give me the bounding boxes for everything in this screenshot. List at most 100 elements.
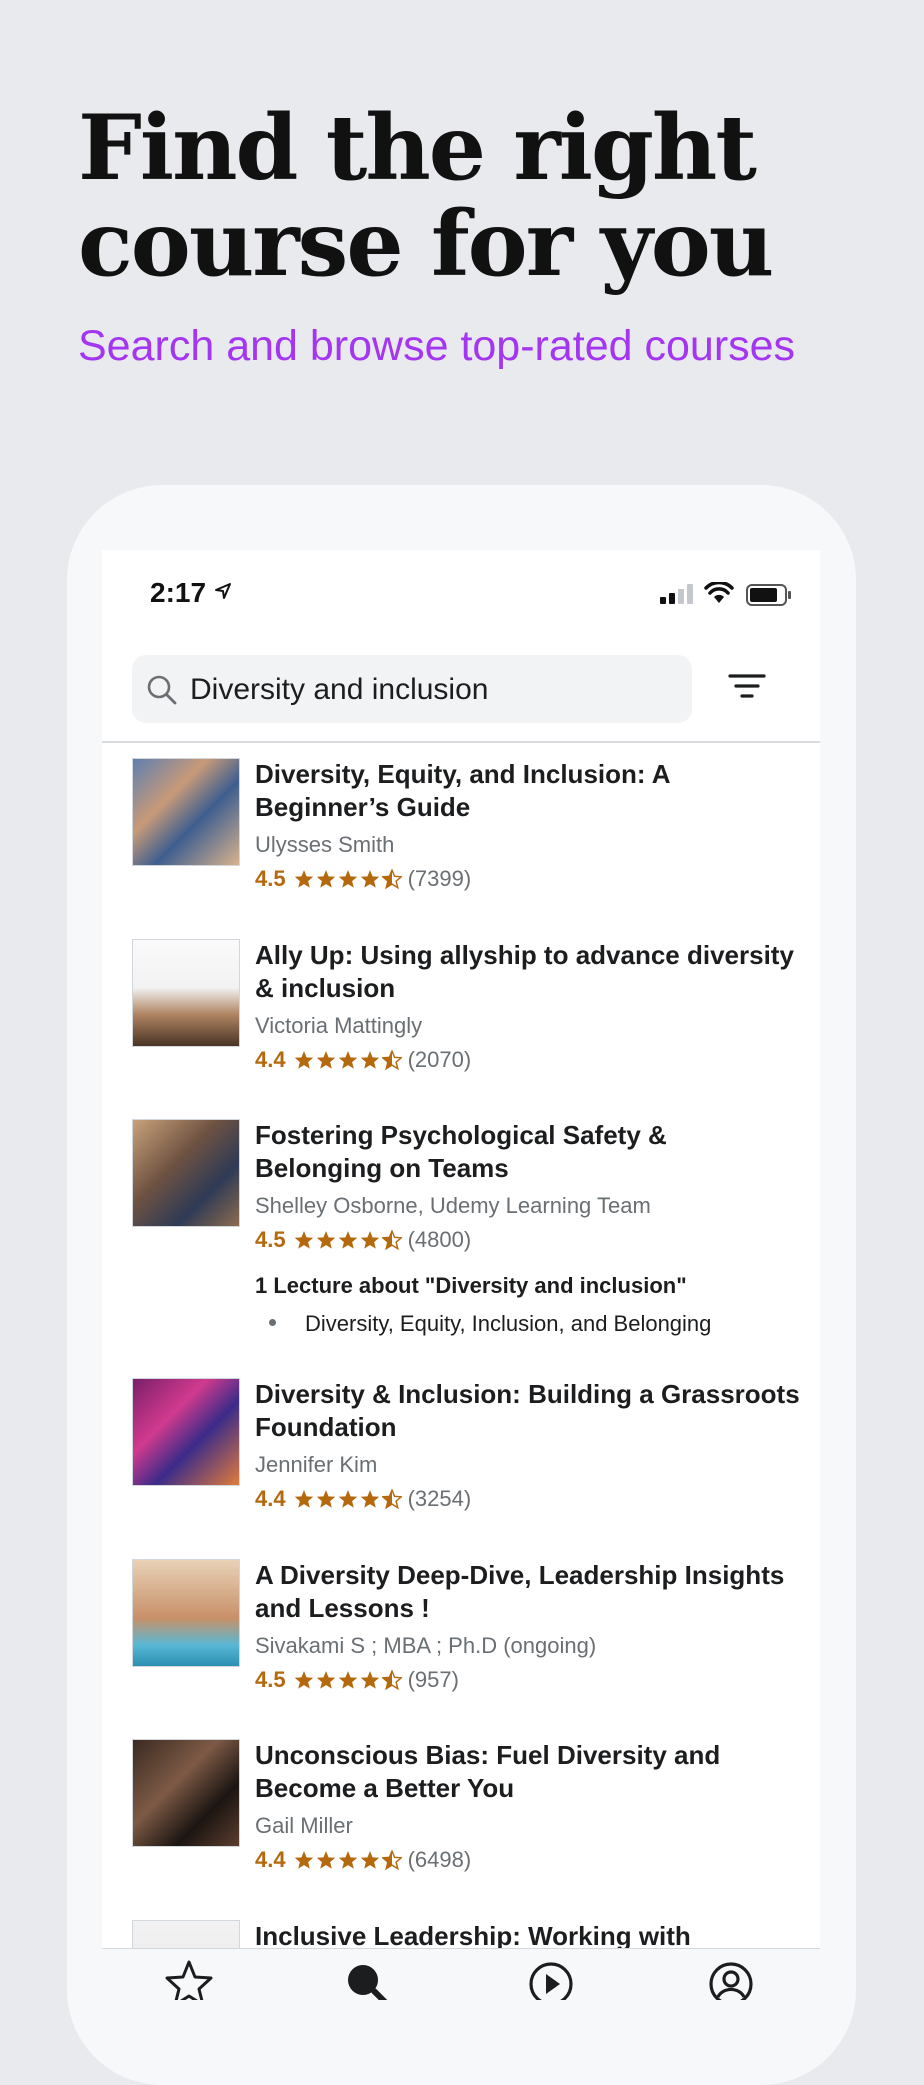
star-full-icon bbox=[338, 1051, 357, 1069]
rating-stars bbox=[294, 869, 402, 889]
review-count: (6498) bbox=[407, 1847, 472, 1872]
wifi-icon bbox=[704, 582, 734, 603]
rating-value: 4.5 bbox=[255, 866, 286, 891]
bullet-icon bbox=[269, 1319, 276, 1326]
star-full-icon bbox=[360, 1671, 379, 1689]
course-thumbnail bbox=[132, 1559, 240, 1667]
search-divider bbox=[102, 741, 820, 743]
rating-stars bbox=[294, 1050, 402, 1070]
star-full-icon bbox=[338, 870, 357, 888]
star-full-icon bbox=[316, 1671, 335, 1689]
star-full-icon bbox=[338, 1851, 357, 1869]
course-info: A Diversity Deep-Dive, Leadership Insigh… bbox=[255, 1559, 800, 1693]
star-full-icon bbox=[360, 1490, 379, 1508]
course-info: Diversity & Inclusion: Building a Grassr… bbox=[255, 1378, 800, 1512]
star-full-icon bbox=[316, 1231, 335, 1249]
rating-value: 4.5 bbox=[255, 1227, 286, 1252]
star-full-icon bbox=[316, 870, 335, 888]
course-info: Diversity, Equity, and Inclusion: A Begi… bbox=[255, 758, 800, 892]
star-half-icon bbox=[381, 869, 402, 889]
star-full-icon bbox=[338, 1671, 357, 1689]
course-author: Victoria Mattingly bbox=[255, 1013, 423, 1038]
review-count: (4800) bbox=[407, 1227, 472, 1252]
review-count: (7399) bbox=[407, 866, 472, 891]
course-thumbnail bbox=[132, 1739, 240, 1847]
rating-value: 4.4 bbox=[255, 1486, 286, 1511]
course-thumbnail bbox=[132, 1378, 240, 1486]
star-full-icon bbox=[338, 1490, 357, 1508]
star-half-icon bbox=[381, 1230, 402, 1250]
star-full-icon bbox=[316, 1051, 335, 1069]
course-author: Jennifer Kim bbox=[255, 1452, 378, 1477]
course-title: Fostering Psychological Safety & Belongi… bbox=[255, 1120, 667, 1183]
location-arrow-icon bbox=[215, 583, 231, 599]
rating-stars bbox=[294, 1489, 402, 1509]
star-full-icon bbox=[360, 1231, 379, 1249]
hero-subtitle: Search and browse top-rated courses bbox=[78, 322, 796, 370]
search-icon bbox=[147, 675, 177, 705]
course-title: Unconscious Bias: Fuel Diversity and Bec… bbox=[255, 1740, 721, 1803]
star-full-icon bbox=[316, 1490, 335, 1508]
star-full-icon bbox=[294, 1851, 313, 1869]
course-title: A Diversity Deep-Dive, Leadership Insigh… bbox=[255, 1560, 785, 1623]
course-rating: 4.5 (957) bbox=[255, 1667, 800, 1693]
cellular-signal-icon bbox=[660, 584, 693, 604]
star-full-icon bbox=[338, 1231, 357, 1249]
star-full-icon bbox=[294, 1490, 313, 1508]
course-info: Ally Up: Using allyship to advance diver… bbox=[255, 939, 800, 1073]
course-title: Diversity, Equity, and Inclusion: A Begi… bbox=[255, 759, 670, 822]
course-info: Fostering Psychological Safety & Belongi… bbox=[255, 1119, 800, 1337]
star-full-icon bbox=[316, 1851, 335, 1869]
star-full-icon bbox=[294, 1231, 313, 1249]
star-full-icon bbox=[294, 1671, 313, 1689]
status-time: 2:17 bbox=[150, 577, 207, 608]
course-author: Ulysses Smith bbox=[255, 832, 395, 857]
course-thumbnail bbox=[132, 939, 240, 1047]
course-rating: 4.5 (4800) bbox=[255, 1227, 800, 1253]
course-rating: 4.5 (7399) bbox=[255, 866, 800, 892]
star-half-icon bbox=[381, 1489, 402, 1509]
review-count: (3254) bbox=[407, 1486, 472, 1511]
rating-value: 4.4 bbox=[255, 1847, 286, 1872]
lecture-match-item[interactable]: Diversity, Equity, Inclusion, and Belong… bbox=[255, 1311, 800, 1337]
lecture-match-heading: 1 Lecture about "Diversity and inclusion… bbox=[255, 1273, 687, 1298]
star-half-icon bbox=[381, 1050, 402, 1070]
course-author: Gail Miller bbox=[255, 1813, 353, 1838]
review-count: (2070) bbox=[407, 1047, 472, 1072]
search-input[interactable] bbox=[190, 673, 670, 707]
course-thumbnail bbox=[132, 1119, 240, 1227]
star-full-icon bbox=[360, 1851, 379, 1869]
rating-stars bbox=[294, 1230, 402, 1250]
star-full-icon bbox=[294, 870, 313, 888]
star-half-icon bbox=[381, 1670, 402, 1690]
app-screen: 2:17 Diversity, Equity, and Inclusion: A… bbox=[102, 550, 820, 2000]
battery-icon bbox=[746, 584, 791, 606]
hero-title: Find the right course for you bbox=[78, 95, 774, 297]
star-full-icon bbox=[360, 1051, 379, 1069]
star-full-icon bbox=[294, 1051, 313, 1069]
rating-stars bbox=[294, 1850, 402, 1870]
star-icon[interactable] bbox=[164, 1959, 214, 2000]
rating-value: 4.5 bbox=[255, 1667, 286, 1692]
course-author: Sivakami S ; MBA ; Ph.D (ongoing) bbox=[255, 1633, 597, 1658]
course-title: Diversity & Inclusion: Building a Grassr… bbox=[255, 1379, 800, 1442]
search-tab-icon[interactable] bbox=[342, 1959, 392, 2000]
review-count: (957) bbox=[407, 1667, 459, 1692]
star-half-icon bbox=[381, 1850, 402, 1870]
star-full-icon bbox=[360, 870, 379, 888]
rating-value: 4.4 bbox=[255, 1047, 286, 1072]
course-thumbnail bbox=[132, 758, 240, 866]
course-rating: 4.4 (2070) bbox=[255, 1047, 800, 1073]
account-icon[interactable] bbox=[706, 1959, 756, 2000]
course-rating: 4.4 (3254) bbox=[255, 1486, 800, 1512]
rating-stars bbox=[294, 1670, 402, 1690]
play-icon[interactable] bbox=[526, 1959, 576, 2000]
filter-icon[interactable] bbox=[728, 672, 766, 702]
course-rating: 4.4 (6498) bbox=[255, 1847, 800, 1873]
bottom-tab-bar bbox=[102, 1948, 820, 2000]
course-author: Shelley Osborne, Udemy Learning Team bbox=[255, 1193, 651, 1218]
search-bar[interactable] bbox=[132, 655, 692, 723]
course-info: Unconscious Bias: Fuel Diversity and Bec… bbox=[255, 1739, 800, 1873]
status-bar: 2:17 bbox=[102, 550, 820, 640]
lecture-title: Diversity, Equity, Inclusion, and Belong… bbox=[305, 1311, 712, 1336]
